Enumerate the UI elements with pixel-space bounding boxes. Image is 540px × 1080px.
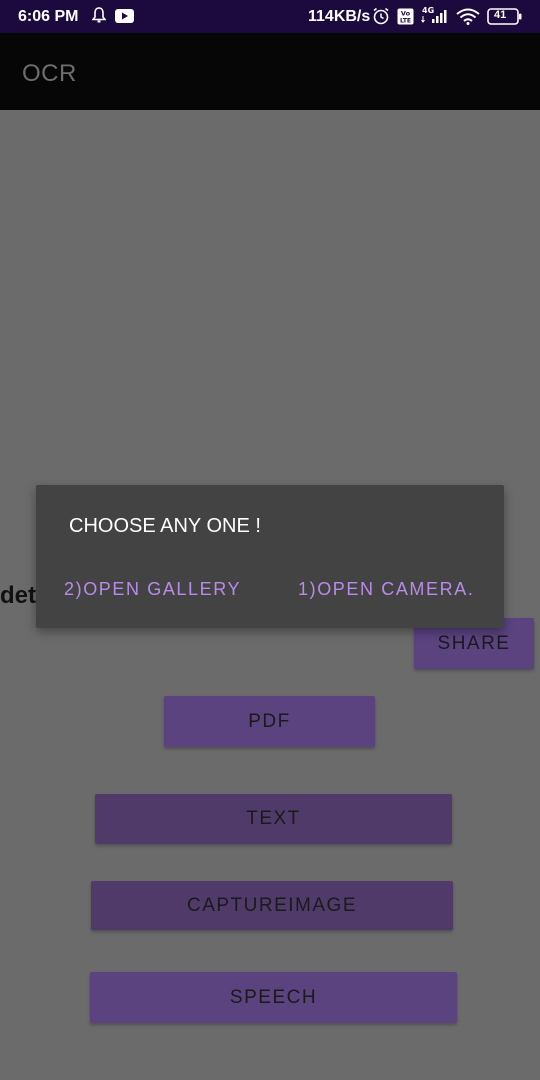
wifi-icon [456,8,480,30]
dialog-title: CHOOSE ANY ONE ! [69,515,261,537]
text-button[interactable]: TEXT [95,794,452,844]
screen: 6:06 PM 114KB/s Vo LTE 4G 41 OCR det SHA… [0,0,540,1080]
bell-icon [91,7,107,29]
partial-result-text: det [0,582,36,609]
choose-source-dialog: CHOOSE ANY ONE ! 2)OPEN GALLERY 1)OPEN C… [36,485,504,628]
status-bar: 6:06 PM 114KB/s Vo LTE 4G 41 [0,0,540,33]
network-speed: 114KB/s [308,8,371,25]
alarm-icon [372,7,390,30]
youtube-icon [115,9,134,28]
pdf-button[interactable]: PDF [164,696,375,747]
svg-text:4G: 4G [422,6,434,15]
svg-text:LTE: LTE [400,18,411,25]
capture-image-button[interactable]: CAPTUREIMAGE [91,881,453,930]
battery-icon: 41 [487,8,523,30]
battery-level: 41 [494,9,507,21]
status-time: 6:06 PM [18,8,79,25]
volte-icon: Vo LTE [397,8,414,30]
open-camera-button[interactable]: 1)OPEN CAMERA. [298,579,474,600]
signal-icon: 4G [420,4,450,31]
speech-button[interactable]: SPEECH [90,972,457,1023]
open-gallery-button[interactable]: 2)OPEN GALLERY [64,579,241,600]
svg-text:Vo: Vo [401,10,411,18]
app-bar: OCR [0,33,540,110]
app-title: OCR [22,60,77,87]
